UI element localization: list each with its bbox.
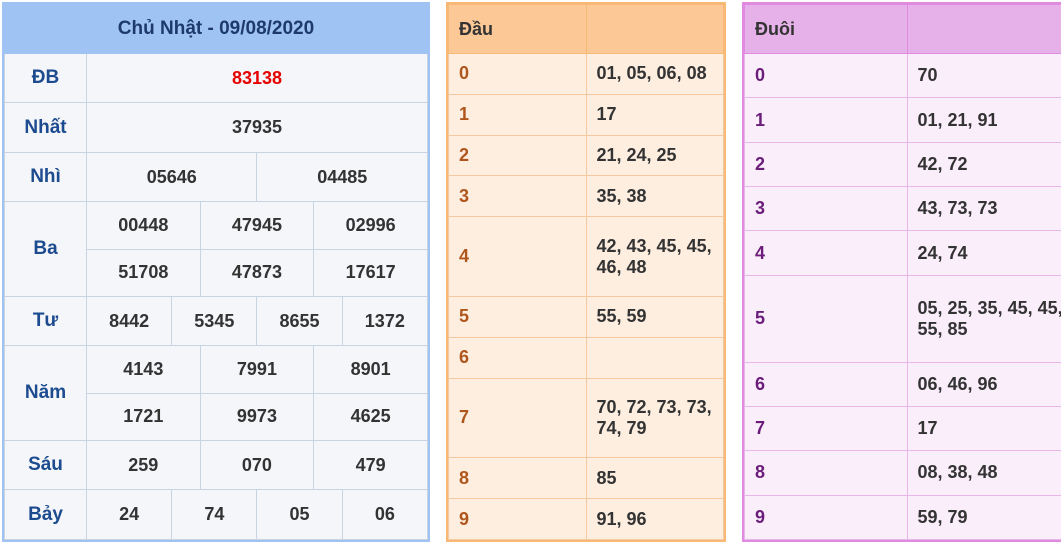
prize-value-nhi: 05646 [85,151,258,203]
duoi-digit: 2 [744,141,908,188]
prize-value-nam: 4143 [86,345,201,394]
dau-header-values [585,4,724,54]
dau-table: Đầu 0 01, 05, 06, 08 1 17 2 21, 24, 25 3 35,… [446,2,726,542]
duoi-values: 59, 79 [906,494,1061,541]
prize-value-bay: 24 [85,489,173,540]
dau-digit: 7 [448,377,587,459]
dau-values: 17 [585,93,724,136]
prize-value-sau: 259 [86,439,201,491]
dau-values: 91, 96 [585,498,724,540]
dau-values [585,336,724,379]
duoi-header-values [906,4,1061,54]
dau-values: 35, 38 [585,175,724,218]
dau-digit: 4 [448,216,587,297]
dau-header: Đầu [448,4,587,54]
duoi-digit: 0 [744,52,908,99]
prize-value-ba: 51708 [86,248,201,297]
prize-value-tu: 1372 [341,295,429,347]
prize-value-tu: 8655 [256,295,343,347]
duoi-values: 05, 25, 35, 45, 45, 55, 85 [906,274,1061,363]
dau-values: 85 [585,457,724,500]
duoi-values: 01, 21, 91 [906,97,1061,143]
prize-value-nam: 8901 [313,345,428,394]
duoi-values: 17 [906,405,1061,452]
duoi-digit: 9 [744,494,908,541]
dau-values: 01, 05, 06, 08 [585,53,724,95]
dau-digit: 6 [448,336,587,379]
prize-label-sau: Sáu [4,439,87,491]
duoi-digit: 1 [744,97,908,143]
prize-label-nam: Năm [4,345,87,441]
duoi-values: 42, 72 [906,141,1061,188]
duoi-digit: 4 [744,230,908,276]
prize-label-db: ĐB [4,52,87,104]
prize-value-tu: 8442 [85,295,173,347]
duoi-values: 08, 38, 48 [906,450,1061,496]
dau-digit: 0 [448,53,587,95]
dau-values: 21, 24, 25 [585,134,724,177]
duoi-digit: 3 [744,186,908,232]
duoi-values: 70 [906,52,1061,99]
prize-label-nhat: Nhất [4,102,87,153]
dau-values: 42, 43, 45, 45, 46, 48 [585,216,724,297]
lottery-results-table: Chủ Nhật - 09/08/2020 ĐB 83138 Nhất 3793… [2,2,430,542]
dau-values: 55, 59 [585,295,724,338]
dau-digit: 3 [448,175,587,218]
duoi-table: Đuôi 0 70 1 01, 21, 91 2 42, 72 3 43, 73, 73… [742,2,1061,542]
prize-value-tu: 5345 [171,295,258,347]
results-date-title: Chủ Nhật - 09/08/2020 [4,4,428,54]
prize-value-bay: 05 [256,489,343,540]
dau-digit: 8 [448,457,587,500]
duoi-digit: 6 [744,361,908,407]
dau-digit: 5 [448,295,587,338]
prize-label-tu: Tư [4,295,87,347]
duoi-digit: 7 [744,405,908,452]
duoi-digit: 5 [744,274,908,363]
dau-digit: 9 [448,498,587,540]
dau-values: 70, 72, 73, 73, 74, 79 [585,377,724,459]
prize-value-nhi: 04485 [256,151,428,203]
prize-value-ba: 17617 [313,248,428,297]
prize-value-ba: 47873 [199,248,315,297]
prize-value-ba: 02996 [313,201,428,250]
duoi-values: 43, 73, 73 [906,186,1061,232]
prize-value-ba: 00448 [86,201,201,250]
prize-label-bay: Bảy [4,489,87,540]
prize-label-nhi: Nhì [4,151,87,203]
prize-label-ba: Ba [4,201,87,297]
prize-value-sau: 479 [313,439,428,491]
dau-digit: 1 [448,93,587,136]
prize-value-sau: 070 [199,439,315,491]
prize-value-bay: 74 [171,489,258,540]
prize-value-nam: 4625 [313,392,428,442]
prize-value-bay: 06 [341,489,429,540]
prize-value-nam: 1721 [86,392,201,442]
duoi-values: 24, 74 [906,230,1061,276]
prize-value-db: 83138 [86,52,428,104]
dau-digit: 2 [448,134,587,177]
duoi-values: 06, 46, 96 [906,361,1061,407]
prize-value-nam: 9973 [199,392,315,442]
prize-value-ba: 47945 [199,201,315,250]
duoi-header: Đuôi [744,4,908,54]
duoi-digit: 8 [744,450,908,496]
prize-value-nhat: 37935 [86,102,428,153]
prize-value-nam: 7991 [199,345,315,394]
